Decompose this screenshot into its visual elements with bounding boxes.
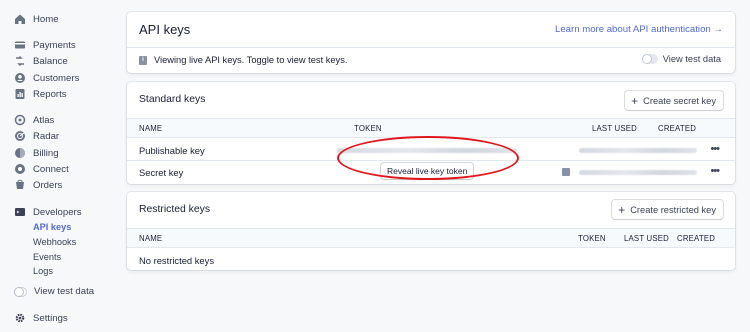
sidebar-item-events[interactable]: Events [33,252,61,262]
nav-developers-label: Developers [33,206,82,218]
customers-icon [14,72,26,84]
col-token: TOKEN [578,234,606,243]
nav-radar[interactable]: Radar [14,128,59,144]
radar-icon [14,130,26,142]
blurred-token [337,148,517,153]
col-name: NAME [139,124,163,133]
sidebar-test-data-toggle[interactable]: View test data [14,286,94,297]
nav-orders-label: Orders [33,179,63,191]
api-keys-header-card: API keys Learn more about API authentica… [127,12,735,73]
gear-icon [14,312,26,324]
divider [127,47,735,48]
nav-reports-label: Reports [33,88,67,100]
standard-keys-table-header: NAME TOKEN LAST USED CREATED [127,118,735,138]
view-test-data-toggle[interactable]: View test data [641,54,721,64]
developers-icon [14,206,26,218]
nav-billing-label: Billing [33,147,59,159]
create-secret-key-button[interactable]: + Create secret key [625,91,723,110]
toggle-switch-icon [641,54,658,64]
connect-icon [14,163,26,175]
col-created: CREATED [677,234,716,243]
live-keys-notice: i Viewing live API keys. Toggle to view … [139,55,347,65]
reports-icon [14,88,26,100]
live-keys-notice-text: Viewing live API keys. Toggle to view te… [154,55,348,65]
nav-customers-label: Customers [33,72,80,84]
nav-payments-label: Payments [33,39,76,51]
col-token: TOKEN [354,124,382,133]
billing-icon [14,147,26,159]
nav-billing[interactable]: Billing [14,145,59,161]
atlas-icon [14,114,26,126]
nav-connect[interactable]: Connect [14,161,69,177]
table-row[interactable]: Secret key Reveal live key token ••• [127,161,735,183]
key-name: Publishable key [139,145,205,156]
restricted-keys-card: Restricted keys + Create restricted key … [127,192,735,270]
nav-home[interactable]: Home [14,11,59,27]
view-test-data-label: View test data [662,54,721,64]
create-secret-key-label: Create secret key [643,95,716,106]
more-options-icon[interactable]: ••• [710,144,720,155]
nav-settings-label: Settings [33,312,68,324]
nav-radar-label: Radar [33,130,60,142]
more-options-icon[interactable]: ••• [710,166,720,177]
orders-icon [14,179,26,191]
nav-developers[interactable]: Developers [14,204,82,220]
plus-icon: + [631,93,639,108]
sidebar: Home Payments Balance Customers Reports … [0,0,118,332]
nav-settings[interactable]: Settings [14,310,68,326]
nav-payments[interactable]: Payments [14,37,76,53]
standard-keys-title: Standard keys [139,94,206,105]
payments-icon [14,39,26,51]
sidebar-test-data-label: View test data [34,286,95,297]
nav-atlas[interactable]: Atlas [14,112,54,128]
restricted-keys-title: Restricted keys [139,204,211,215]
nav-customers[interactable]: Customers [14,70,79,86]
nav-home-label: Home [33,13,59,25]
nav-reports[interactable]: Reports [14,86,67,102]
empty-state: No restricted keys [139,255,215,266]
nav-atlas-label: Atlas [33,114,55,126]
plus-icon: + [618,202,626,217]
create-restricted-key-button[interactable]: + Create restricted key [612,200,723,219]
home-icon [14,13,26,25]
restricted-keys-table-header: NAME TOKEN LAST USED CREATED [127,228,735,248]
blurred-dates [579,148,697,153]
table-row[interactable]: Publishable key ••• [127,139,735,161]
nav-connect-label: Connect [33,163,69,175]
col-name: NAME [139,234,163,243]
nav-orders[interactable]: Orders [14,177,62,193]
col-created: CREATED [658,124,697,133]
page-title: API keys [139,22,191,37]
key-name: Secret key [139,167,184,178]
sidebar-item-logs[interactable]: Logs [33,266,53,276]
toggle-switch-icon [14,286,27,297]
nav-balance-label: Balance [33,55,68,67]
info-icon: i [139,55,147,65]
balance-icon [14,55,26,67]
sidebar-item-webhooks[interactable]: Webhooks [33,237,76,247]
col-last-used: LAST USED [624,234,669,243]
reveal-live-key-token-button[interactable]: Reveal live key token [381,163,474,179]
blurred-dates [579,170,697,175]
lock-icon [562,168,570,176]
nav-balance[interactable]: Balance [14,53,68,69]
reveal-live-key-token-label: Reveal live key token [387,166,468,176]
col-last-used: LAST USED [592,124,637,133]
standard-keys-card: Standard keys + Create secret key NAME T… [127,82,735,184]
sidebar-item-api-keys[interactable]: API keys [33,222,71,232]
api-auth-docs-link[interactable]: Learn more about API authentication → [555,24,723,35]
create-restricted-key-label: Create restricted key [630,204,716,215]
